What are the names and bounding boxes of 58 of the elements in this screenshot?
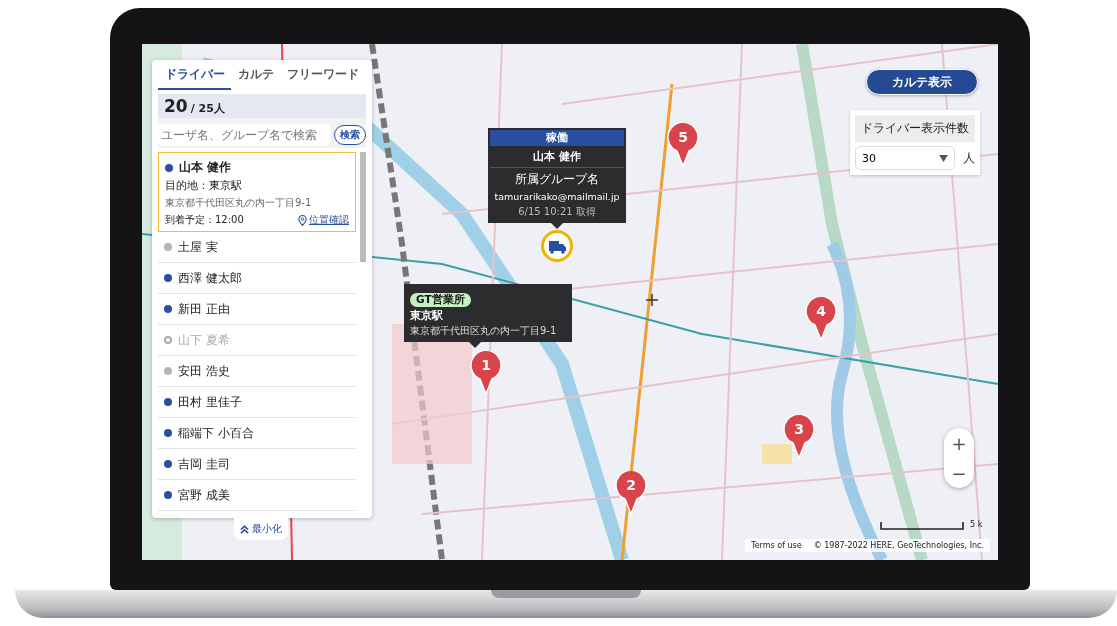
double-chevron-icon (240, 524, 249, 534)
driver-row[interactable]: 稲端下 小百合 (158, 418, 356, 449)
driver-name: 宮野 成美 (178, 486, 230, 504)
karte-button[interactable]: カルテ表示 (866, 69, 978, 95)
driver-row[interactable]: 土屋 実 (158, 232, 356, 263)
driver-row[interactable]: 安田 浩史 (158, 356, 356, 387)
tab[interactable]: フリーワード (280, 60, 366, 90)
address-text: 東京都千代田区丸の内一丁目9-1 (165, 196, 313, 210)
tab[interactable]: ドライバー (158, 60, 232, 90)
search-button[interactable]: 検索 (334, 125, 366, 145)
minimize-button[interactable]: 最小化 (234, 518, 288, 540)
eta-text: 到着予定：12:00 (165, 213, 244, 227)
office-name: 東京駅 (410, 309, 444, 323)
driver-row[interactable]: 吉岡 圭司 (158, 449, 356, 480)
driver-name: 吉岡 圭司 (178, 455, 230, 473)
driver-count: 20 (164, 96, 188, 116)
unit-label: 人 (963, 149, 975, 167)
driver-name: 西澤 健太郎 (178, 269, 242, 287)
driver-name: 山本 健作 (179, 159, 232, 176)
zoom-out-button[interactable]: − (944, 458, 974, 488)
driver-name: 稲端下 小百合 (178, 424, 254, 442)
map-marker[interactable]: 5 (667, 123, 699, 167)
driver-row[interactable]: 新田 正由 (158, 294, 356, 325)
email-text: tamurarikako@mailmail.jp (493, 191, 621, 202)
timestamp-text: 6/15 10:21 取得 (517, 205, 597, 219)
caret-icon (939, 154, 948, 162)
driver-row[interactable]: 宮野 成美 (158, 480, 356, 511)
driver-name: 土屋 実 (178, 238, 218, 256)
locate-link[interactable]: 位置確認 (309, 213, 349, 227)
scale-label: 5 k (970, 520, 983, 529)
driver-row[interactable]: 田村 里佳子 (158, 387, 356, 418)
group-name: 所属グループ名 (514, 171, 600, 188)
map-marker[interactable]: 1 (470, 351, 502, 395)
driver-name: 山下 夏希 (178, 331, 230, 349)
count-select[interactable]: 30 (855, 146, 955, 170)
terms-link[interactable]: Terms of use (751, 541, 802, 550)
driver-total: / 25人 (190, 101, 225, 116)
driver-name: 安田 浩史 (178, 362, 230, 380)
driver-row[interactable]: 西澤 健太郎 (158, 263, 356, 294)
setting-label: ドライバー表示件数 (855, 115, 975, 142)
scrollbar[interactable] (360, 152, 366, 262)
map-marker[interactable]: 2 (615, 471, 647, 515)
driver-name: 田村 里佳子 (178, 393, 242, 411)
map-marker[interactable]: 4 (805, 297, 837, 341)
office-tag: GT営業所 (410, 293, 471, 307)
office-address: 東京都千代田区丸の内一丁目9-1 (410, 324, 558, 338)
driver-card[interactable]: 山本 健作 目的地：東京駅 東京都千代田区丸の内一丁目9-1 到着予定：12:00 位置確認 (158, 152, 356, 232)
destination-text: 目的地：東京駅 (165, 179, 243, 193)
zoom-in-button[interactable]: + (944, 428, 974, 458)
map-marker[interactable]: 3 (783, 415, 815, 459)
driver-name: 新田 正由 (178, 300, 230, 318)
location-pin-icon (298, 214, 307, 226)
tab[interactable]: カルテ (231, 60, 281, 90)
search-field[interactable]: ユーザ名、グループ名で検索 (158, 124, 331, 146)
crosshair-icon (646, 294, 658, 306)
popup-name: 山本 健作 (490, 146, 624, 168)
status-bar: 稼働 (490, 130, 624, 146)
copyright-text: © 1987-2022 HERE, GeoTechnologies, Inc. (813, 541, 984, 550)
